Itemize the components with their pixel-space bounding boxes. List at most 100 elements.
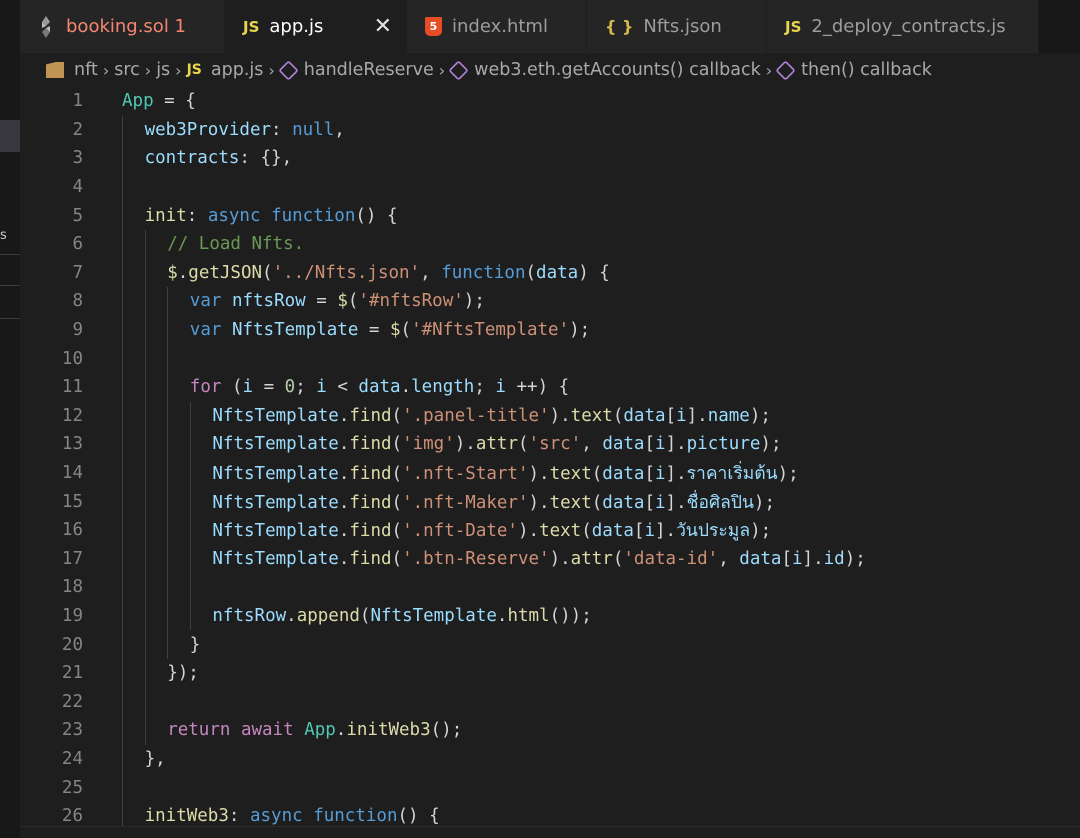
code-token: 'data-id': [623, 548, 719, 569]
code-token: function: [441, 262, 526, 283]
code-line[interactable]: 12 NftsTemplate.find('.panel-title').text…: [20, 402, 1080, 431]
breadcrumb-item[interactable]: then() callback: [801, 60, 932, 80]
code-line[interactable]: 7 $.getJSON('../Nfts.json', function(data…: [20, 259, 1080, 288]
code-token: find: [349, 548, 392, 569]
code-token: (: [391, 492, 403, 513]
code-line[interactable]: 22: [20, 688, 1080, 717]
code-token: (: [391, 464, 403, 485]
code-editor[interactable]: 1 App = {2 web3Provider: null, 3 contracts: …: [20, 87, 1080, 831]
line-number: 17: [61, 548, 83, 569]
code-token: );: [749, 405, 771, 426]
code-token: ,: [718, 548, 740, 569]
code-token: );: [750, 521, 772, 542]
tab-app-js[interactable]: JS app.js ✕: [225, 0, 407, 53]
line-number: 1: [72, 91, 83, 112]
close-icon[interactable]: ✕: [374, 14, 392, 39]
code-token: ,: [420, 262, 442, 283]
code-line[interactable]: 3 contracts: {},: [20, 144, 1080, 173]
code-token: find: [349, 434, 392, 455]
code-token: ,: [581, 434, 603, 455]
code-token: attr: [475, 434, 518, 455]
line-number: 9: [72, 320, 83, 341]
code-line[interactable]: 1 App = {: [20, 87, 1080, 116]
code-token: ;: [295, 377, 317, 398]
code-token: data: [739, 548, 782, 569]
breadcrumb-item[interactable]: web3.eth.getAccounts() callback: [474, 60, 761, 80]
code-token: },: [144, 749, 166, 770]
code-line[interactable]: 21});: [20, 659, 1080, 688]
code-token: ).: [528, 464, 550, 485]
code-line[interactable]: 15 NftsTemplate.find('.nft-Maker').text(d…: [20, 487, 1080, 516]
tab-2-deploy-contracts[interactable]: JS 2_deploy_contracts.js: [767, 0, 1039, 53]
chevron-right-icon: ›: [268, 60, 275, 80]
code-token: NftsTemplate: [212, 548, 339, 569]
code-token: ).: [517, 521, 540, 542]
code-text: NftsTemplate.find('.nft-Date').text(data…: [212, 516, 771, 544]
html-icon: 5: [425, 17, 442, 36]
code-line[interactable]: 8 var nftsRow = $('#nftsRow');: [20, 287, 1080, 316]
code-token: (: [391, 434, 403, 455]
code-token: ].: [802, 548, 824, 569]
code-line[interactable]: 5 init: async function() {: [20, 201, 1080, 230]
code-token: .: [177, 262, 189, 283]
code-token: data: [602, 434, 645, 455]
breadcrumb-item[interactable]: js: [156, 60, 170, 80]
code-token: attr: [570, 548, 613, 569]
code-line[interactable]: 2 web3Provider: null,: [20, 116, 1080, 145]
code-token: .: [338, 434, 350, 455]
code-line[interactable]: 25: [20, 773, 1080, 802]
horizontal-scrollbar[interactable]: [20, 826, 1080, 838]
sidebar-active-item[interactable]: [0, 120, 20, 152]
code-token: ;: [474, 377, 496, 398]
code-line[interactable]: 19 nftsRow.append(NftsTemplate.html());: [20, 602, 1080, 631]
code-token: App: [304, 720, 336, 741]
chevron-right-icon: ›: [175, 60, 182, 80]
breadcrumb-item[interactable]: handleReserve: [304, 60, 434, 80]
code-line[interactable]: 24},: [20, 745, 1080, 774]
code-line[interactable]: 10: [20, 344, 1080, 373]
code-line[interactable]: 23 return await App.initWeb3();: [20, 716, 1080, 745]
code-line[interactable]: 11 for (i = 0; i < data.length; i ++) {: [20, 373, 1080, 402]
code-token: $: [167, 262, 178, 283]
code-text: }: [190, 635, 201, 655]
breadcrumb-item[interactable]: src: [114, 60, 140, 80]
code-line[interactable]: 14 NftsTemplate.find('.nft-Start').text(d…: [20, 459, 1080, 488]
code-token: '.nft-Date': [402, 521, 518, 542]
code-token: data: [602, 464, 645, 485]
tab-booking-sol[interactable]: booking.sol 1: [20, 0, 225, 53]
code-line[interactable]: 20}: [20, 630, 1080, 659]
line-number: 20: [61, 634, 83, 655]
code-line[interactable]: 13 NftsTemplate.find('img').attr('src', d…: [20, 430, 1080, 459]
breadcrumb-item[interactable]: app.js: [211, 60, 263, 80]
code-line[interactable]: 6 // Load Nfts.: [20, 230, 1080, 259]
code-text: var nftsRow = $('#nftsRow');: [190, 291, 485, 311]
code-line[interactable]: 16 NftsTemplate.find('.nft-Date').text(da…: [20, 516, 1080, 545]
code-token: NftsTemplate: [212, 464, 339, 485]
code-token: NftsTemplate: [212, 521, 339, 542]
code-token: null: [292, 119, 335, 140]
code-text: for (i = 0; i < data.length; i ++) {: [190, 377, 569, 397]
line-number: 24: [61, 749, 83, 770]
code-token: initWeb3: [144, 806, 229, 827]
code-line[interactable]: 17 NftsTemplate.find('.btn-Reserve').attr…: [20, 545, 1080, 574]
tab-nfts-json[interactable]: { } Nfts.json: [587, 0, 767, 53]
breadcrumb-item[interactable]: nft: [74, 60, 98, 80]
code-line[interactable]: 9 var NftsTemplate = $('#NftsTemplate');: [20, 316, 1080, 345]
sidebar-divider: [0, 285, 20, 286]
code-token: function: [271, 205, 356, 226]
code-token: .: [338, 464, 350, 485]
code-token: <: [326, 377, 359, 398]
code-token: data: [602, 492, 645, 513]
code-token: [: [644, 464, 655, 485]
code-line[interactable]: 4: [20, 173, 1080, 202]
code-token: ).: [549, 405, 571, 426]
line-number: 26: [61, 806, 83, 827]
code-line[interactable]: 18: [20, 573, 1080, 602]
code-token: );: [844, 548, 866, 569]
sidebar-edge: s: [0, 0, 20, 838]
code-token: name: [707, 405, 750, 426]
code-token: (: [221, 377, 243, 398]
tab-index-html[interactable]: 5 index.html: [407, 0, 587, 53]
code-token: (: [400, 320, 412, 341]
code-token: data: [536, 262, 579, 283]
